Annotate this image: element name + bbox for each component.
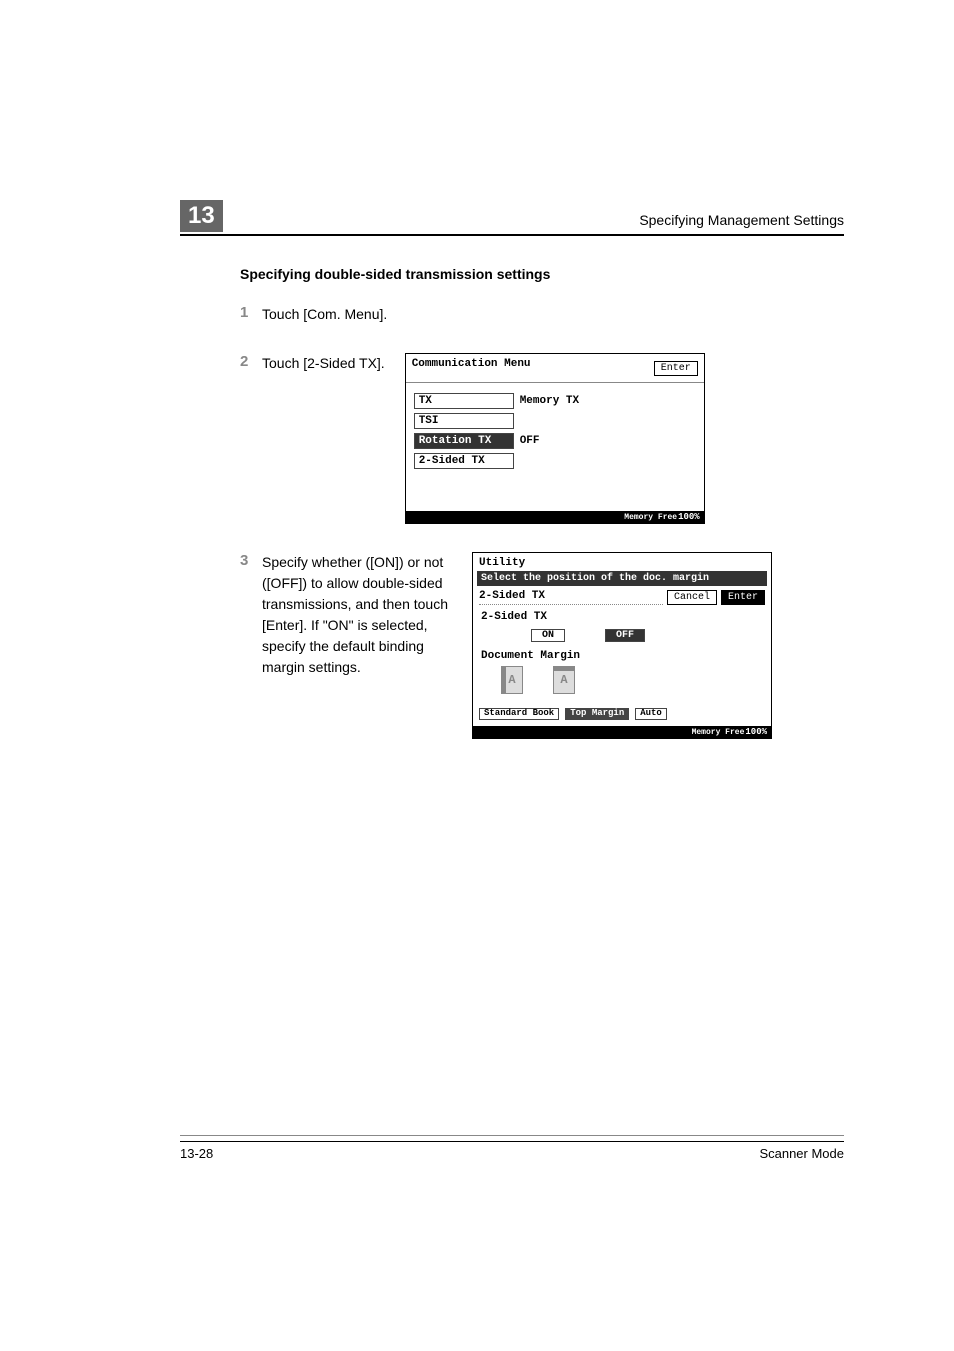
top-margin-option[interactable]: Top Margin	[565, 708, 629, 720]
step-text: Touch [Com. Menu].	[262, 304, 387, 325]
two-sided-label: 2-Sided TX	[481, 611, 763, 623]
two-sided-tx-field[interactable]: 2-Sided TX	[414, 453, 514, 469]
step-1: 1 Touch [Com. Menu].	[240, 304, 844, 325]
chapter-number: 13	[180, 200, 223, 232]
enter-button[interactable]: Enter	[721, 590, 765, 605]
standard-book-option[interactable]: Standard Book	[479, 708, 559, 720]
on-toggle[interactable]: ON	[531, 629, 565, 642]
footer-rule	[180, 1135, 844, 1136]
tsi-field[interactable]: TSI	[414, 413, 514, 429]
page-number: 13-28	[180, 1146, 213, 1161]
step-number: 3	[240, 552, 262, 678]
rotation-tx-field[interactable]: Rotation TX	[414, 433, 514, 449]
memory-value: 100%	[678, 512, 700, 522]
screenshot-comm-menu: Communication Menu Enter TX Memory TX TSI…	[405, 353, 705, 524]
step-text: Specify whether ([ON]) or not ([OFF]) to…	[262, 552, 452, 678]
memory-value: 100%	[745, 727, 767, 737]
prompt-bar: Select the position of the doc. margin	[477, 571, 767, 586]
section-title: Specifying double-sided transmission set…	[240, 266, 844, 282]
auto-option[interactable]: Auto	[635, 708, 667, 720]
doc-margin-label: Document Margin	[481, 650, 763, 662]
off-toggle[interactable]: OFF	[605, 629, 645, 642]
tx-field[interactable]: TX	[414, 393, 514, 409]
step-3: 3 Specify whether ([ON]) or not ([OFF]) …	[240, 552, 844, 739]
tx-value: Memory TX	[520, 395, 579, 407]
enter-button[interactable]: Enter	[654, 361, 698, 376]
step-number: 2	[240, 353, 262, 374]
margin-top-icon[interactable]: A	[553, 666, 575, 694]
step-number: 1	[240, 304, 262, 321]
chapter-header: 13 Specifying Management Settings	[180, 200, 844, 236]
running-title: Specifying Management Settings	[639, 212, 844, 232]
footer-mode: Scanner Mode	[759, 1146, 844, 1161]
ss-title: Communication Menu	[412, 358, 531, 372]
memory-label: Memory Free	[692, 728, 745, 737]
rotation-value: OFF	[520, 435, 540, 447]
memory-label: Memory Free	[624, 513, 677, 522]
utility-title: Utility	[479, 557, 525, 569]
screenshot-utility: Utility Select the position of the doc. …	[472, 552, 772, 739]
cancel-button[interactable]: Cancel	[667, 590, 717, 605]
two-sided-header: 2-Sided TX	[479, 590, 663, 605]
page-footer: 13-28 Scanner Mode	[180, 1141, 844, 1161]
step-text: Touch [2-Sided TX].	[262, 353, 385, 374]
step-2: 2 Touch [2-Sided TX]. Communication Menu…	[240, 353, 844, 524]
margin-left-icon[interactable]: A	[501, 666, 523, 694]
